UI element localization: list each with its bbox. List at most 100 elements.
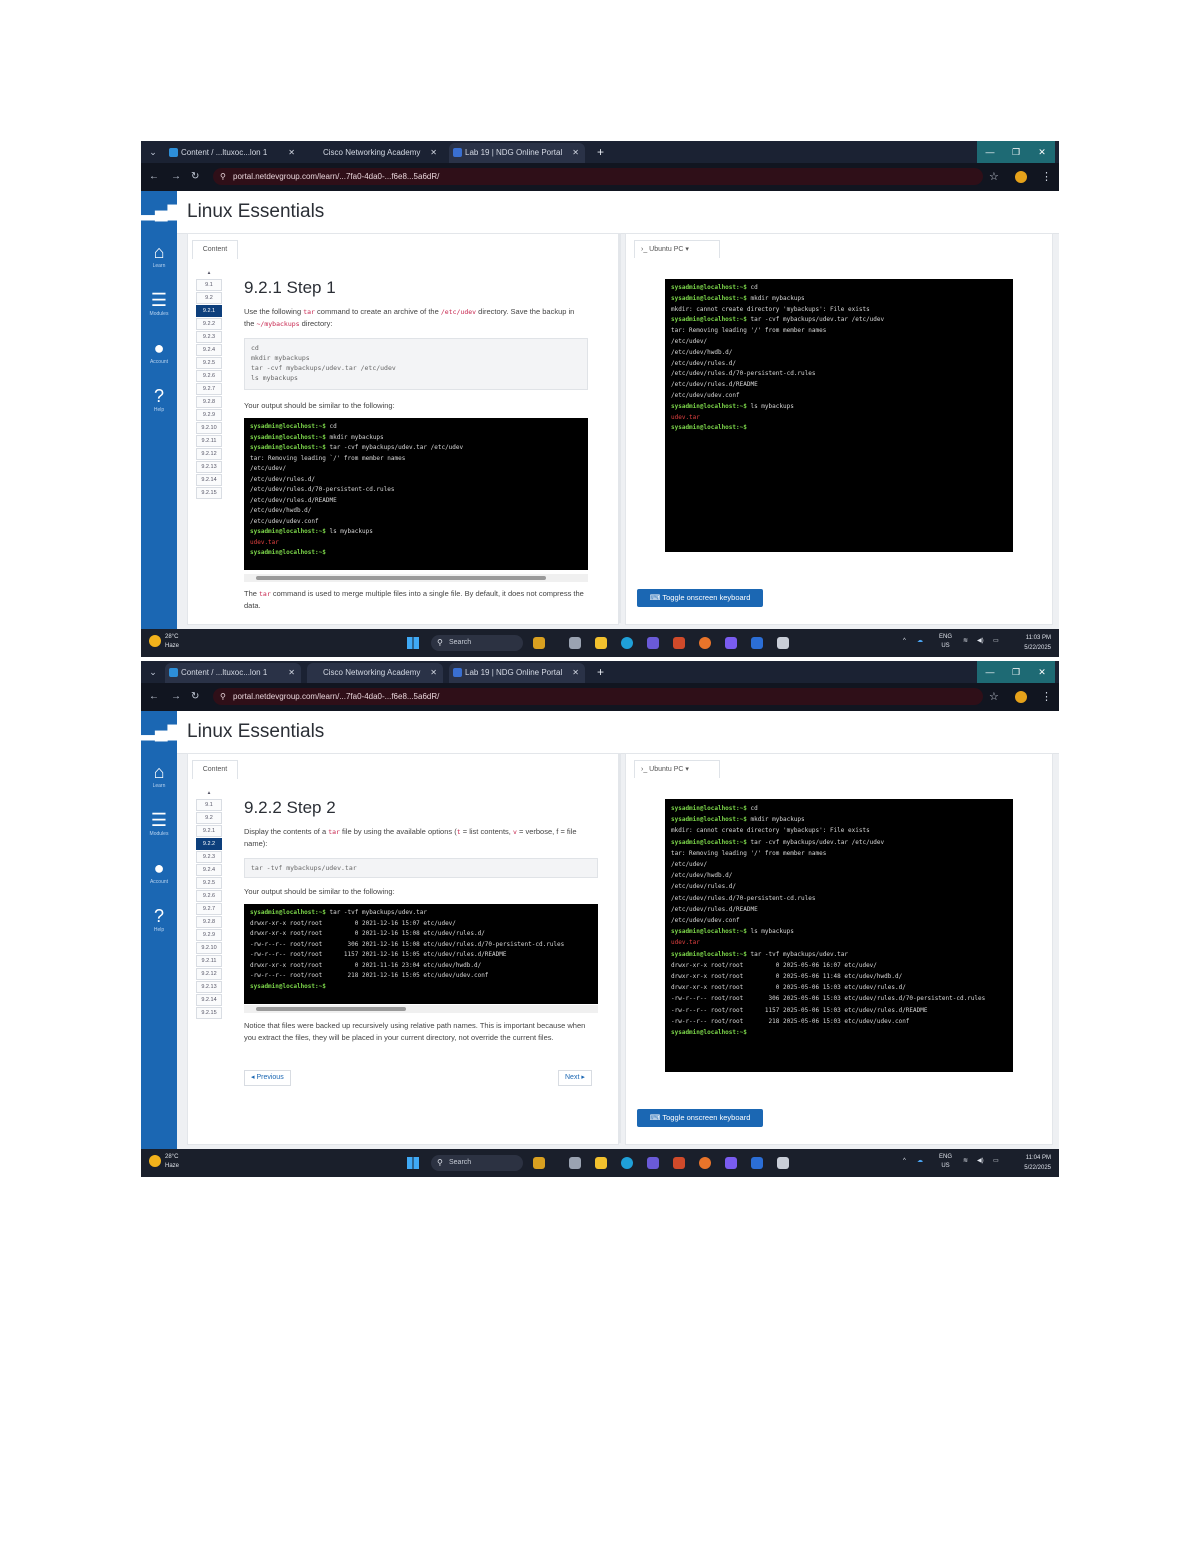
chrome-icon[interactable] [699, 1157, 711, 1169]
word-icon[interactable] [751, 1157, 763, 1169]
snipping-tool-icon[interactable] [777, 1157, 789, 1169]
taskbar-search[interactable]: ⚲ Search [431, 635, 523, 651]
toc-item-active[interactable]: 9.2.2 [196, 838, 222, 850]
teams-icon[interactable] [647, 637, 659, 649]
toc-item-active[interactable]: 9.2.1 [196, 305, 222, 317]
browser-tab-cisco[interactable]: Cisco Networking Academy ✕ [307, 143, 443, 163]
chrome-icon[interactable] [699, 637, 711, 649]
tab-ubuntu-pc[interactable]: ›_ Ubuntu PC ▾ [634, 240, 720, 258]
toc-item[interactable]: 9.2.4 [196, 344, 222, 356]
tab-search-icon[interactable]: ⌄ [147, 146, 159, 158]
horizontal-scrollbar[interactable] [244, 1005, 598, 1013]
forward-icon[interactable]: → [171, 163, 181, 191]
toc-item[interactable]: 9.2.12 [196, 968, 222, 980]
toc-item[interactable]: 9.2 [196, 292, 222, 304]
toc-item[interactable]: 9.2 [196, 812, 222, 824]
close-tab-icon[interactable]: ✕ [430, 663, 437, 683]
toc-item[interactable]: 9.2.7 [196, 903, 222, 915]
toc-item[interactable]: 9.2.10 [196, 942, 222, 954]
snipping-tool-icon[interactable] [777, 637, 789, 649]
bookmark-star-icon[interactable]: ☆ [989, 683, 999, 711]
close-tab-icon[interactable]: ✕ [288, 663, 295, 683]
close-tab-icon[interactable]: ✕ [572, 143, 579, 163]
toc-item[interactable]: 9.2.7 [196, 383, 222, 395]
toc-item[interactable]: 9.2.6 [196, 370, 222, 382]
toc-item[interactable]: 9.2.13 [196, 981, 222, 993]
horizontal-scrollbar[interactable] [244, 574, 588, 582]
browser-menu-icon[interactable]: ⋮ [1041, 163, 1052, 191]
taskbar-clock[interactable]: 11:03 PM 5/22/2025 [1015, 633, 1051, 653]
office-icon[interactable] [673, 1157, 685, 1169]
close-tab-icon[interactable]: ✕ [430, 143, 437, 163]
close-tab-icon[interactable]: ✕ [288, 143, 295, 163]
weather-widget[interactable]: 28°C Haze [149, 633, 179, 651]
sidebar-item-modules[interactable]: ☰ Modules [141, 809, 177, 837]
minimize-icon[interactable]: — [977, 141, 1003, 163]
teams-icon[interactable] [647, 1157, 659, 1169]
browser-tab-content[interactable]: Content / ...ltuxoc...lon 1 ✕ [165, 663, 301, 683]
browser-tab-ndg[interactable]: Lab 19 | NDG Online Portal ✕ [449, 143, 585, 163]
battery-icon[interactable]: ▭ [993, 1157, 999, 1166]
edge-icon[interactable] [621, 1157, 633, 1169]
toggle-keyboard-button[interactable]: ⌨ Toggle onscreen keyboard [637, 1109, 763, 1127]
browser-tab-ndg[interactable]: Lab 19 | NDG Online Portal ✕ [449, 663, 585, 683]
bookmark-star-icon[interactable]: ☆ [989, 163, 999, 191]
close-tab-icon[interactable]: ✕ [572, 663, 579, 683]
sidebar-item-account[interactable]: ● Account [141, 337, 177, 365]
file-explorer-icon[interactable] [595, 1157, 607, 1169]
volume-icon[interactable]: ◀) [977, 1157, 984, 1166]
command-block[interactable]: cd mkdir mybackups tar -cvf mybackups/ud… [244, 338, 588, 390]
sidebar-item-help[interactable]: ? Help [141, 385, 177, 413]
tab-content[interactable]: Content [192, 240, 238, 259]
toc-item[interactable]: 9.2.2 [196, 318, 222, 330]
toc-up-icon[interactable]: ▴ [196, 788, 222, 798]
toc-item[interactable]: 9.2.9 [196, 409, 222, 421]
minimize-icon[interactable]: — [977, 661, 1003, 683]
sidebar-item-learn[interactable]: ⌂ Learn [141, 241, 177, 269]
command-block[interactable]: tar -tvf mybackups/udev.tar [244, 858, 598, 878]
vm-terminal[interactable]: sysadmin@localhost:~$ cd sysadmin@localho… [665, 799, 1013, 1072]
language-indicator[interactable]: ENG US [939, 1153, 952, 1171]
weather-widget[interactable]: 28°C Haze [149, 1153, 179, 1171]
panel-splitter[interactable] [619, 753, 621, 1143]
toc-item[interactable]: 9.1 [196, 279, 222, 291]
toc-item[interactable]: 9.2.14 [196, 474, 222, 486]
language-indicator[interactable]: ENG US [939, 633, 952, 651]
reload-icon[interactable]: ↻ [191, 163, 199, 191]
browser-tab-cisco[interactable]: Cisco Networking Academy ✕ [307, 663, 443, 683]
site-info-icon[interactable]: ⚲ [220, 688, 226, 705]
toc-item[interactable]: 9.2.3 [196, 331, 222, 343]
toc-item[interactable]: 9.2.13 [196, 461, 222, 473]
tab-search-icon[interactable]: ⌄ [147, 666, 159, 678]
taskbar-search[interactable]: ⚲ Search [431, 1155, 523, 1171]
previous-button[interactable]: ◂ Previous [244, 1070, 291, 1086]
toc-item[interactable]: 9.2.1 [196, 825, 222, 837]
restore-icon[interactable]: ❐ [1003, 661, 1029, 683]
toggle-keyboard-button[interactable]: ⌨ Toggle onscreen keyboard [637, 589, 763, 607]
toc-item[interactable]: 9.2.3 [196, 851, 222, 863]
forward-icon[interactable]: → [171, 683, 181, 711]
toc-item[interactable]: 9.1 [196, 799, 222, 811]
back-icon[interactable]: ← [149, 683, 159, 711]
new-tab-icon[interactable]: + [597, 141, 604, 163]
task-view-icon[interactable] [569, 1157, 581, 1169]
wifi-icon[interactable]: ≋ [963, 637, 968, 646]
widgets-icon[interactable] [533, 637, 545, 649]
toc-item[interactable]: 9.2.5 [196, 877, 222, 889]
battery-icon[interactable]: ▭ [993, 637, 999, 646]
profile-icon[interactable] [1015, 691, 1027, 703]
file-explorer-icon[interactable] [595, 637, 607, 649]
sidebar-item-learn[interactable]: ⌂ Learn [141, 761, 177, 789]
windows-start-icon[interactable] [407, 1157, 419, 1169]
close-window-icon[interactable]: ✕ [1029, 661, 1055, 683]
reload-icon[interactable]: ↻ [191, 683, 199, 711]
sidebar-item-modules[interactable]: ☰ Modules [141, 289, 177, 317]
sidebar-item-help[interactable]: ? Help [141, 905, 177, 933]
toc-item[interactable]: 9.2.15 [196, 1007, 222, 1019]
tab-ubuntu-pc[interactable]: ›_ Ubuntu PC ▾ [634, 760, 720, 778]
panel-splitter[interactable] [619, 233, 621, 623]
sidebar-item-account[interactable]: ● Account [141, 857, 177, 885]
profile-icon[interactable] [1015, 171, 1027, 183]
toc-item[interactable]: 9.2.5 [196, 357, 222, 369]
tray-chevron-icon[interactable]: ^ [903, 637, 906, 646]
